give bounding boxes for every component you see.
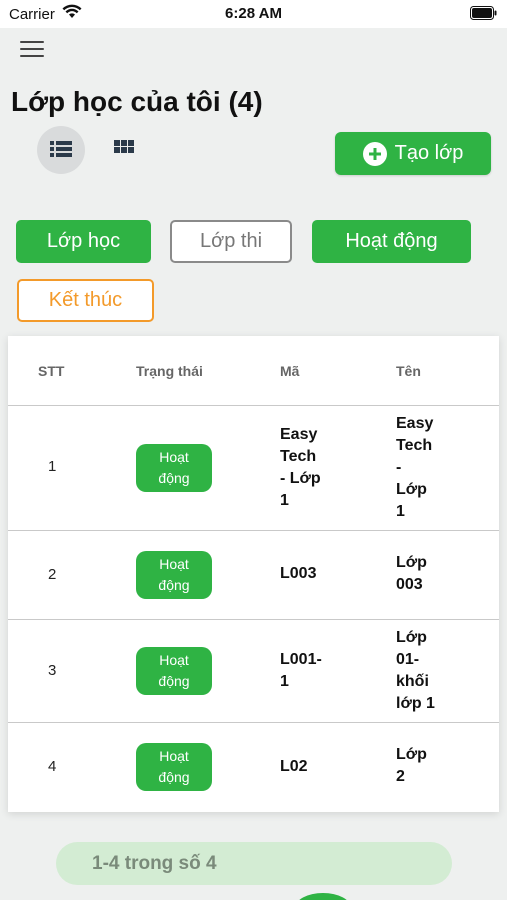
create-class-button[interactable]: Tạo lớp — [335, 132, 491, 175]
list-view-button[interactable] — [37, 126, 85, 174]
table-row[interactable]: 1 Hoạt động Easy Tech - Lớp 1 Easy Tech … — [8, 406, 499, 531]
page-button-current[interactable] — [295, 893, 351, 900]
filter-active-button[interactable]: Hoạt động — [312, 220, 471, 263]
filter-ended-button[interactable]: Kết thúc — [17, 279, 154, 322]
row-code: L02 — [280, 758, 308, 775]
status-badge: Hoạt động — [136, 551, 212, 599]
create-class-label: Tạo lớp — [394, 142, 464, 164]
clock: 6:28 AM — [225, 5, 282, 22]
row-name: Lớp 003 — [396, 554, 427, 593]
filter-class-label: Lớp học — [46, 230, 121, 252]
row-name: Easy Tech - Lớp 1 — [396, 415, 434, 520]
table-header: STT Trạng thái Mã Tên — [8, 336, 499, 406]
filter-class-button[interactable]: Lớp học — [16, 220, 151, 263]
pagination-range-text: 1-4 trong số 4 — [92, 852, 217, 874]
filter-ended-label: Kết thúc — [48, 289, 123, 311]
row-stt: 1 — [48, 458, 57, 475]
class-table: STT Trạng thái Mã Tên 1 Hoạt động Easy T… — [8, 336, 499, 812]
status-bar: Carrier 6:28 AM — [0, 0, 507, 28]
status-badge: Hoạt động — [136, 743, 212, 791]
plus-circle-icon — [362, 141, 387, 166]
filter-active-label: Hoạt động — [345, 230, 438, 252]
pagination-range: 1-4 trong số 4 — [56, 842, 452, 885]
row-code: Easy Tech - Lớp 1 — [280, 426, 321, 509]
row-stt: 3 — [48, 662, 57, 679]
menu-icon[interactable] — [20, 41, 44, 59]
list-icon — [50, 141, 72, 157]
row-code: L003 — [280, 565, 317, 582]
row-stt: 4 — [48, 758, 57, 775]
filter-exam-button[interactable]: Lớp thi — [170, 220, 292, 263]
grid-icon — [114, 140, 134, 153]
battery-icon — [470, 6, 497, 20]
column-header-name: Tên — [396, 363, 421, 379]
status-badge: Hoạt động — [136, 647, 212, 695]
grid-view-button[interactable] — [104, 128, 144, 168]
status-badge: Hoạt động — [136, 444, 212, 492]
column-header-stt: STT — [38, 363, 65, 379]
table-row[interactable]: 3 Hoạt động L001- 1 Lớp 01- khối lớp 1 — [8, 620, 499, 723]
row-name: Lớp 2 — [396, 746, 427, 785]
page-title: Lớp học của tôi (4) — [11, 86, 263, 117]
table-row[interactable]: 4 Hoạt động L02 Lớp 2 — [8, 723, 499, 812]
table-row[interactable]: 2 Hoạt động L003 Lớp 003 — [8, 531, 499, 620]
column-header-status: Trạng thái — [136, 363, 203, 379]
row-code: L001- 1 — [280, 651, 322, 690]
row-name: Lớp 01- khối lớp 1 — [396, 629, 435, 712]
column-header-code: Mã — [280, 363, 300, 379]
filter-exam-label: Lớp thi — [199, 230, 263, 252]
row-stt: 2 — [48, 566, 57, 583]
